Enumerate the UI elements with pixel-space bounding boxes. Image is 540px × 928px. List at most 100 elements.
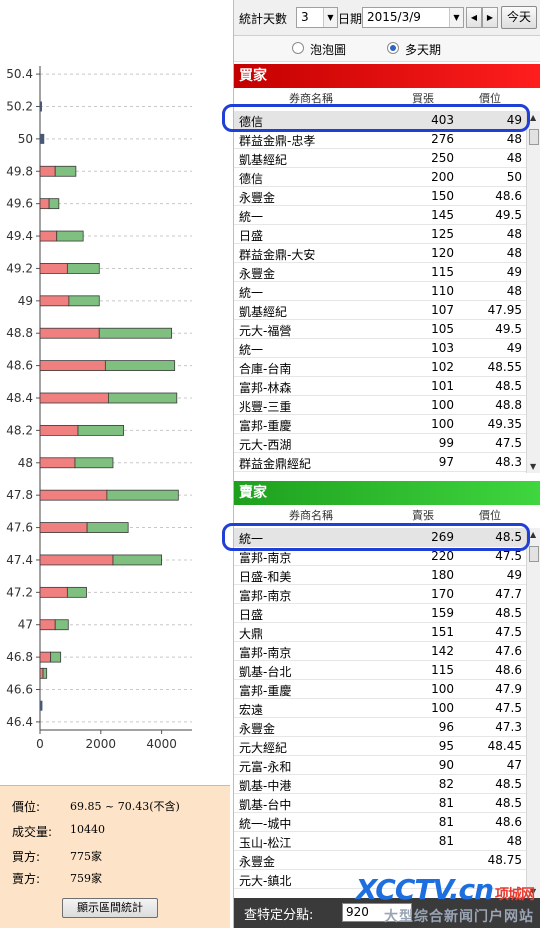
next-date-button[interactable]: ▶ [482, 7, 498, 28]
table-row[interactable]: 富邦-林森 101 48.5 [234, 377, 526, 396]
sellers-col-broker[interactable]: 券商名稱 [289, 507, 333, 523]
table-row[interactable]: 永豐金 115 49 [234, 263, 526, 282]
bar-sell [98, 327, 173, 339]
table-row[interactable]: 富邦-重慶 100 47.9 [234, 680, 526, 699]
table-row[interactable]: 元富-永和 90 47 [234, 756, 526, 775]
buyers-scroll-thumb[interactable] [529, 129, 539, 145]
table-row[interactable]: 兆豐-三重 100 48.8 [234, 396, 526, 415]
table-row[interactable]: 富邦-南京 220 47.5 [234, 547, 526, 566]
watermark-brand-suffix: .cn [448, 873, 494, 906]
summary-price-label: 價位: [12, 800, 41, 814]
scroll-up-icon[interactable]: ▲ [530, 113, 536, 122]
buyers-table: 德信 403 49 群益金鼎-忠孝 276 48 凱基經紀 250 48 德信 200 50 永豐金 15… [234, 111, 526, 473]
days-select[interactable]: 3 ▼ [296, 7, 338, 28]
table-row[interactable]: 群益金鼎經紀 97 48.3 [234, 453, 526, 472]
broker-name-cell: 元大-福營 [239, 324, 292, 338]
y-tick-label: 49.2 [6, 261, 33, 275]
y-tick-label: 48 [18, 456, 33, 470]
buyers-col-broker[interactable]: 券商名稱 [289, 90, 333, 106]
multiday-radio[interactable] [387, 42, 399, 54]
scroll-down-icon[interactable]: ▼ [530, 462, 536, 471]
table-row[interactable]: 群益金鼎-忠孝 276 48 [234, 130, 526, 149]
broker-panel: 統計天數 3 ▼ 日期 2015/3/9 ▼ ◀ ▶ 今天 泡泡圖 多天期 買家… [222, 0, 540, 928]
date-picker[interactable]: 2015/3/9 ▼ [362, 7, 464, 28]
buyers-scrollbar[interactable]: ▲ ▼ [526, 111, 540, 473]
bar-buy [39, 554, 114, 566]
bar-sell [86, 522, 129, 533]
quantity-cell: 115 [431, 265, 454, 279]
broker-name-cell: 富邦-南京 [239, 551, 292, 565]
table-row[interactable]: 日盛 159 48.5 [234, 604, 526, 623]
table-row[interactable]: 日盛-和美 180 49 [234, 566, 526, 585]
table-row[interactable]: 合庫-台南 102 48.55 [234, 358, 526, 377]
table-row[interactable]: 凱基-中港 82 48.5 [234, 775, 526, 794]
sellers-col-qty[interactable]: 賣張 [412, 507, 434, 523]
table-row[interactable]: 德信 200 50 [234, 168, 526, 187]
table-row[interactable]: 日盛 125 48 [234, 225, 526, 244]
sellers-header: 賣家 [234, 481, 540, 505]
table-row[interactable]: 富邦-南京 142 47.6 [234, 642, 526, 661]
bubble-radio[interactable] [292, 42, 304, 54]
show-range-stats-button[interactable]: 顯示區間統計 [62, 898, 158, 918]
range-summary-panel: 價位: 69.85 ~ 70.43(不含) 成交量: 10440 買方: 775… [0, 785, 230, 928]
table-row[interactable]: 凱基經紀 107 47.95 [234, 301, 526, 320]
broker-name-cell: 合庫-台南 [239, 362, 292, 376]
table-row[interactable]: 統一 110 48 [234, 282, 526, 301]
chart-svg: 50.4 50.2 50 49.8 49.6 49.4 49.2 49 48.8 48.6 48.4… [6, 66, 192, 751]
price-cell: 49.5 [495, 208, 522, 222]
table-row[interactable]: 元大-西湖 99 47.5 [234, 434, 526, 453]
bar-neutral [40, 133, 45, 144]
buyers-col-qty[interactable]: 買張 [412, 90, 434, 106]
quantity-cell: 403 [431, 113, 454, 127]
sellers-scroll-thumb[interactable] [529, 546, 539, 562]
price-cell: 47.9 [495, 682, 522, 696]
table-row[interactable]: 德信 403 49 [234, 111, 526, 130]
sellers-col-price[interactable]: 價位 [479, 507, 501, 523]
broker-name-cell: 凱基經紀 [239, 305, 288, 319]
bar-buy [39, 457, 76, 469]
summary-price-value: 69.85 ~ 70.43(不含) [70, 800, 180, 813]
price-cell: 48.5 [495, 796, 522, 810]
buyers-col-price[interactable]: 價位 [479, 90, 501, 106]
table-row[interactable]: 富邦-重慶 100 49.35 [234, 415, 526, 434]
price-cell: 48.8 [495, 398, 522, 412]
table-row[interactable]: 凱基經紀 250 48 [234, 149, 526, 168]
bubble-radio-label[interactable]: 泡泡圖 [310, 41, 346, 58]
quantity-cell: 180 [431, 568, 454, 582]
table-row[interactable]: 統一 145 49.5 [234, 206, 526, 225]
broker-name-cell: 玉山-松江 [239, 836, 292, 850]
chevron-down-icon[interactable]: ▼ [449, 8, 463, 27]
y-tick-label: 49.4 [6, 229, 33, 243]
table-row[interactable]: 元大經紀 95 48.45 [234, 737, 526, 756]
prev-date-button[interactable]: ◀ [466, 7, 482, 28]
price-cell: 48.6 [495, 663, 522, 677]
scroll-up-icon[interactable]: ▲ [530, 530, 536, 539]
bar-sell [66, 586, 87, 598]
sellers-scrollbar[interactable]: ▲ ▼ [526, 528, 540, 898]
quantity-cell: 269 [431, 530, 454, 544]
table-row[interactable]: 大鼎 151 47.5 [234, 623, 526, 642]
y-tick-label: 49 [18, 294, 33, 308]
table-row[interactable]: 凱基-台中 81 48.5 [234, 794, 526, 813]
price-cell: 48.5 [495, 606, 522, 620]
table-row[interactable]: 永豐金 48.75 [234, 851, 526, 870]
table-row[interactable]: 群益金鼎-大安 120 48 [234, 244, 526, 263]
price-cell: 48 [506, 246, 522, 260]
chevron-down-icon[interactable]: ▼ [323, 8, 337, 27]
y-tick-label: 49.6 [6, 197, 33, 211]
table-row[interactable]: 統一 269 48.5 [234, 528, 526, 547]
table-row[interactable]: 統一-城中 81 48.6 [234, 813, 526, 832]
table-row[interactable]: 永豐金 150 48.6 [234, 187, 526, 206]
table-row[interactable]: 永豐金 96 47.3 [234, 718, 526, 737]
table-row[interactable]: 宏遠 100 47.5 [234, 699, 526, 718]
table-row[interactable]: 玉山-松江 81 48 [234, 832, 526, 851]
table-row[interactable]: 富邦-南京 170 47.7 [234, 585, 526, 604]
broker-name-cell: 凱基-中港 [239, 779, 292, 793]
broker-name-cell: 永豐金 [239, 191, 276, 205]
bar-buy [39, 424, 79, 436]
table-row[interactable]: 凱基-台北 115 48.6 [234, 661, 526, 680]
today-button[interactable]: 今天 [501, 6, 537, 29]
table-row[interactable]: 統一 103 49 [234, 339, 526, 358]
table-row[interactable]: 元大-福營 105 49.5 [234, 320, 526, 339]
multiday-radio-label[interactable]: 多天期 [405, 41, 441, 58]
